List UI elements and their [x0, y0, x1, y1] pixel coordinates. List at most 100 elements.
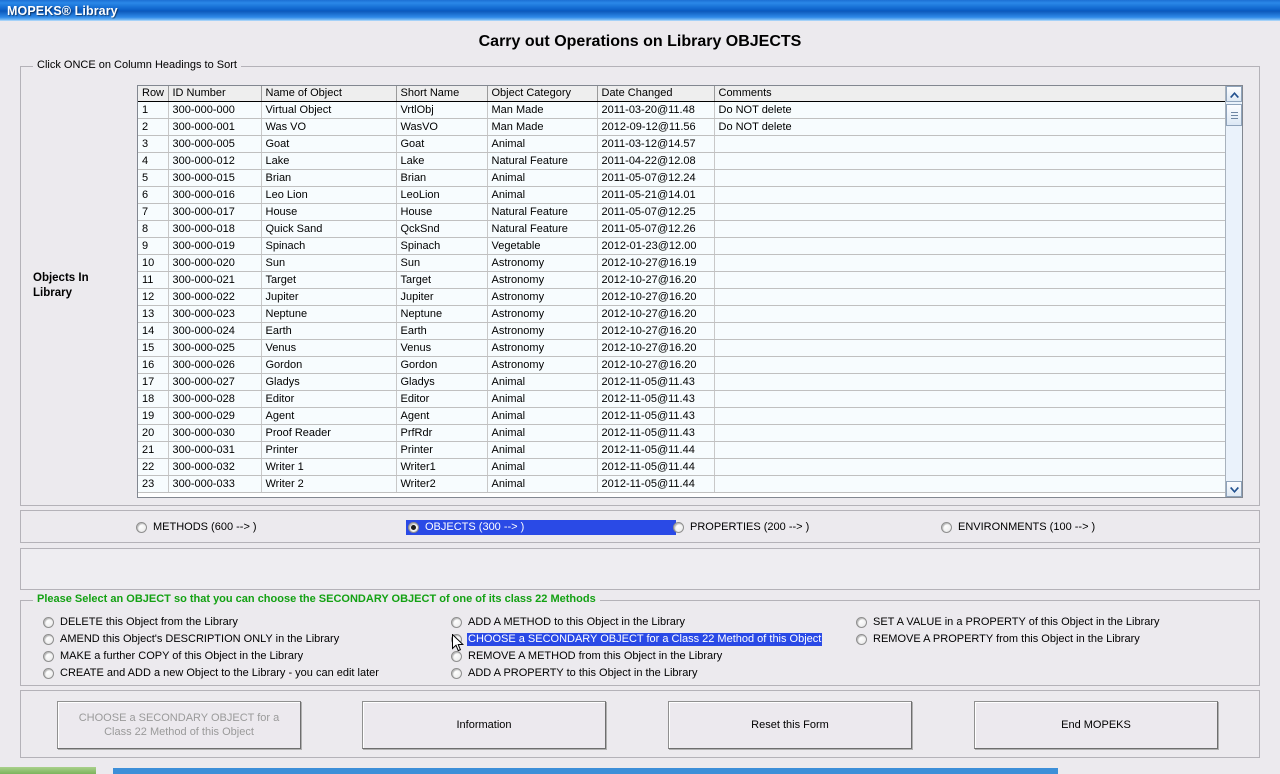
cell-row[interactable]: 13 — [138, 305, 169, 323]
cell-object-category[interactable]: Vegetable — [487, 237, 598, 255]
operation-radio-add-a-method-to-this-object-in-the-library[interactable]: ADD A METHOD to this Object in the Libra… — [451, 616, 686, 629]
operation-radio-make-a-further-copy-of-this-object-in-the-libr[interactable]: MAKE a further COPY of this Object in th… — [43, 650, 304, 663]
cell-comments[interactable] — [714, 373, 1225, 391]
cell-short-name[interactable]: Target — [396, 271, 488, 289]
cell-comments[interactable] — [714, 339, 1225, 357]
cell-date-changed[interactable]: 2011-03-12@14.57 — [597, 135, 715, 153]
operation-radio-remove-a-property-from-this-object-in-the-libr[interactable]: REMOVE A PROPERTY from this Object in th… — [856, 633, 1141, 646]
table-row[interactable]: 2 300-000-001 Was VO WasVO Man Made 2012-09-1… — [138, 118, 1225, 136]
operation-radio-amend-this-object-s-description-only-in-the-li[interactable]: AMEND this Object's DESCRIPTION ONLY in … — [43, 633, 340, 646]
cell-id-number[interactable]: 300-000-001 — [168, 118, 262, 136]
cell-date-changed[interactable]: 2012-10-27@16.20 — [597, 356, 715, 374]
cell-short-name[interactable]: Agent — [396, 407, 488, 425]
cell-comments[interactable] — [714, 390, 1225, 408]
operation-radio-delete-this-object-from-the-library[interactable]: DELETE this Object from the Library — [43, 616, 239, 629]
cell-short-name[interactable]: QckSnd — [396, 220, 488, 238]
table-row[interactable]: 12 300-000-022 Jupiter Jupiter Astronomy 2012… — [138, 288, 1225, 306]
cell-object-category[interactable]: Animal — [487, 424, 598, 442]
cell-object-category[interactable]: Animal — [487, 169, 598, 187]
cell-comments[interactable] — [714, 237, 1225, 255]
cell-short-name[interactable]: WasVO — [396, 118, 488, 136]
cell-date-changed[interactable]: 2012-11-05@11.43 — [597, 390, 715, 408]
cell-short-name[interactable]: Gladys — [396, 373, 488, 391]
radio-button-icon[interactable] — [43, 617, 54, 628]
cell-row[interactable]: 19 — [138, 407, 169, 425]
cell-object-category[interactable]: Natural Feature — [487, 203, 598, 221]
cell-date-changed[interactable]: 2012-11-05@11.44 — [597, 441, 715, 459]
cell-short-name[interactable]: PrfRdr — [396, 424, 488, 442]
cell-short-name[interactable]: Sun — [396, 254, 488, 272]
category-radio-methods-600[interactable]: METHODS (600 --> ) — [136, 521, 258, 534]
cell-short-name[interactable]: Spinach — [396, 237, 488, 255]
category-radio-environments-100[interactable]: ENVIRONMENTS (100 --> ) — [941, 521, 1096, 534]
cell-comments[interactable] — [714, 203, 1225, 221]
cell-date-changed[interactable]: 2012-11-05@11.43 — [597, 424, 715, 442]
cell-date-changed[interactable]: 2011-05-07@12.24 — [597, 169, 715, 187]
table-row[interactable]: 15 300-000-025 Venus Venus Astronomy 2012-10-… — [138, 339, 1225, 357]
cell-short-name[interactable]: Neptune — [396, 305, 488, 323]
cell-id-number[interactable]: 300-000-033 — [168, 475, 262, 493]
cell-comments[interactable] — [714, 254, 1225, 272]
operation-radio-set-a-value-in-a-property-of-this-object-in-th[interactable]: SET A VALUE in a PROPERTY of this Object… — [856, 616, 1161, 629]
information-button[interactable]: Information — [362, 701, 606, 749]
category-radio-properties-200[interactable]: PROPERTIES (200 --> ) — [673, 521, 810, 534]
cell-id-number[interactable]: 300-000-016 — [168, 186, 262, 204]
cell-comments[interactable]: Do NOT delete — [714, 118, 1225, 136]
cell-row[interactable]: 5 — [138, 169, 169, 187]
cell-comments[interactable] — [714, 271, 1225, 289]
cell-row[interactable]: 11 — [138, 271, 169, 289]
cell-date-changed[interactable]: 2012-11-05@11.43 — [597, 407, 715, 425]
cell-comments[interactable] — [714, 407, 1225, 425]
scroll-up-arrow-icon[interactable] — [1226, 86, 1242, 102]
cell-date-changed[interactable]: 2012-10-27@16.20 — [597, 271, 715, 289]
taskbar-start-segment[interactable] — [0, 767, 96, 774]
cell-id-number[interactable]: 300-000-031 — [168, 441, 262, 459]
radio-button-icon[interactable] — [673, 522, 684, 533]
cell-name-of-object[interactable]: Neptune — [261, 305, 397, 323]
cell-name-of-object[interactable]: Printer — [261, 441, 397, 459]
cell-name-of-object[interactable]: Sun — [261, 254, 397, 272]
cell-id-number[interactable]: 300-000-005 — [168, 135, 262, 153]
cell-id-number[interactable]: 300-000-025 — [168, 339, 262, 357]
cell-comments[interactable] — [714, 288, 1225, 306]
table-row[interactable]: 7 300-000-017 House House Natural Feature 201… — [138, 203, 1225, 221]
cell-date-changed[interactable]: 2011-05-07@12.25 — [597, 203, 715, 221]
column-header-id-number[interactable]: ID Number — [168, 86, 262, 102]
choose-secondary-object-button[interactable]: CHOOSE a SECONDARY OBJECT for a Class 22… — [57, 701, 301, 749]
cell-row[interactable]: 20 — [138, 424, 169, 442]
cell-row[interactable]: 18 — [138, 390, 169, 408]
radio-button-icon[interactable] — [856, 634, 867, 645]
column-header-date-changed[interactable]: Date Changed — [597, 86, 715, 102]
cell-id-number[interactable]: 300-000-027 — [168, 373, 262, 391]
table-row[interactable]: 6 300-000-016 Leo Lion LeoLion Animal 2011-05… — [138, 186, 1225, 204]
cell-name-of-object[interactable]: Brian — [261, 169, 397, 187]
cell-name-of-object[interactable]: Leo Lion — [261, 186, 397, 204]
cell-id-number[interactable]: 300-000-024 — [168, 322, 262, 340]
radio-button-icon[interactable] — [451, 668, 462, 679]
cell-object-category[interactable]: Animal — [487, 186, 598, 204]
table-row[interactable]: 1 300-000-000 Virtual Object VrtlObj Man Mad… — [138, 101, 1225, 119]
cell-name-of-object[interactable]: Writer 2 — [261, 475, 397, 493]
cell-comments[interactable] — [714, 322, 1225, 340]
cell-row[interactable]: 3 — [138, 135, 169, 153]
cell-name-of-object[interactable]: Jupiter — [261, 288, 397, 306]
cell-row[interactable]: 22 — [138, 458, 169, 476]
cell-id-number[interactable]: 300-000-028 — [168, 390, 262, 408]
column-header-comments[interactable]: Comments — [714, 86, 1225, 102]
cell-name-of-object[interactable]: Lake — [261, 152, 397, 170]
radio-button-icon[interactable] — [136, 522, 147, 533]
cell-comments[interactable] — [714, 424, 1225, 442]
cell-comments[interactable] — [714, 475, 1225, 493]
cell-name-of-object[interactable]: Quick Sand — [261, 220, 397, 238]
cell-short-name[interactable]: Editor — [396, 390, 488, 408]
cell-row[interactable]: 23 — [138, 475, 169, 493]
cell-name-of-object[interactable]: Venus — [261, 339, 397, 357]
cell-row[interactable]: 2 — [138, 118, 169, 136]
cell-id-number[interactable]: 300-000-021 — [168, 271, 262, 289]
cell-comments[interactable] — [714, 441, 1225, 459]
cell-date-changed[interactable]: 2012-10-27@16.20 — [597, 288, 715, 306]
cell-comments[interactable] — [714, 356, 1225, 374]
cell-name-of-object[interactable]: Virtual Object — [261, 101, 397, 119]
grid-vertical-scrollbar[interactable] — [1225, 86, 1242, 497]
column-header-short-name[interactable]: Short Name — [396, 86, 488, 102]
